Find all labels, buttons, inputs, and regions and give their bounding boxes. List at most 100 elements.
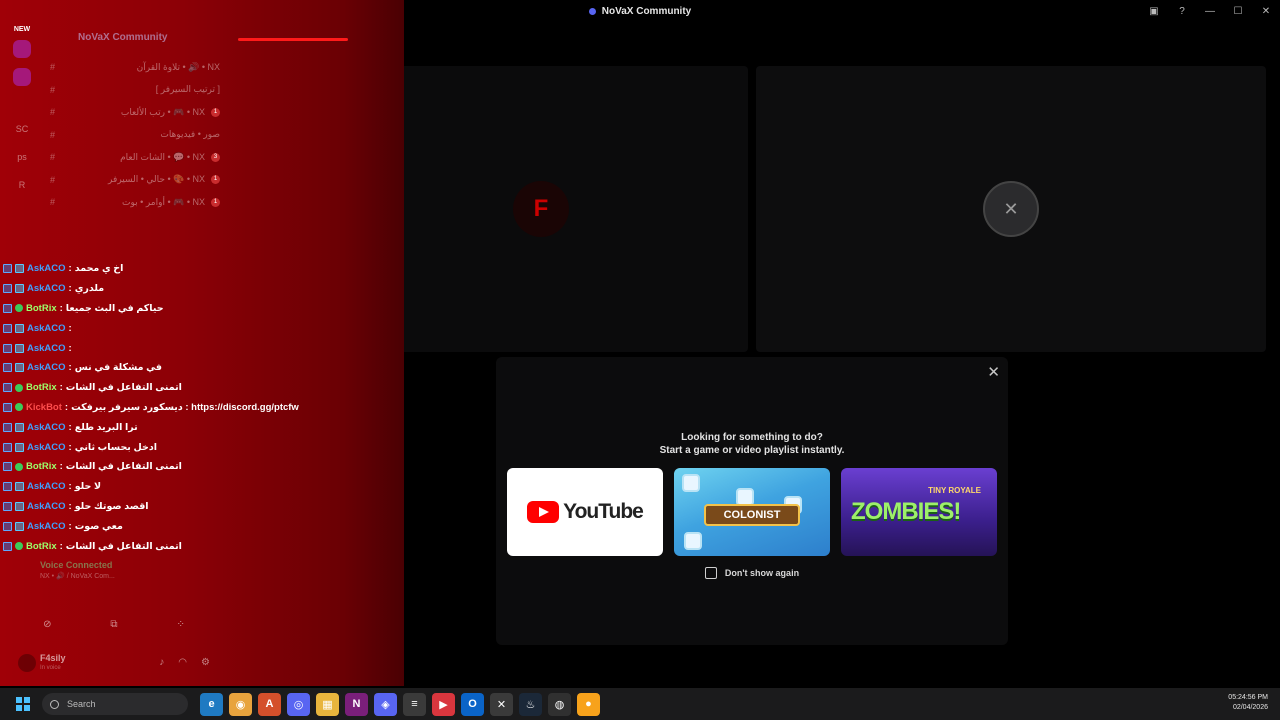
server-icon[interactable] [8,96,36,114]
minimize-button[interactable]: — [1196,6,1224,17]
mic-icon[interactable]: ♪ [159,657,164,668]
server-icon[interactable]: NEW [8,26,36,36]
chat-separator: : [59,461,63,473]
chat-username[interactable]: AskACO [27,283,66,294]
chat-username[interactable]: AskACO [27,501,66,512]
lunar-icon[interactable]: A [258,692,281,716]
chat-username[interactable]: BotRix [26,382,57,393]
channel-item[interactable]: # NX • 🔊 • تلاوة القرآن [50,56,220,79]
chat-username[interactable]: AskACO [27,362,66,373]
dont-show-again[interactable]: Don't show again [496,567,1008,579]
game-icon[interactable]: ◈ [374,692,397,716]
chat-username[interactable]: AskACO [27,442,66,453]
server-rail: NEW SC ps R [8,26,38,208]
server-icon[interactable]: SC [8,124,36,142]
chat-message: AskACO: ادخل بحساب ثاني [0,437,404,457]
server-icon[interactable] [8,40,36,58]
user-panel: F4sily In voice ♪ ◠ ⚙ [14,650,214,678]
chat-username[interactable]: AskACO [27,343,66,354]
channel-name: NX • 🎨 • حالي • السيرفر [108,174,205,185]
unread-badge: 1 [211,197,220,207]
chat-username[interactable]: KickBot [26,402,62,413]
channel-item[interactable]: # NX • 🎨 • حالي • السيرفر 1 [50,169,220,192]
outlook-icon[interactable]: O [461,692,484,716]
close-icon[interactable]: ✕ [987,363,1000,381]
dont-show-checkbox[interactable] [704,567,717,579]
chat-username[interactable]: AskACO [27,422,66,433]
channel-item[interactable]: # NX • 🎮 • رتب الألعاب 1 [50,101,220,124]
help-icon[interactable]: ? [1168,6,1196,17]
next-icon[interactable]: N [345,692,368,716]
platform-icon [3,264,12,274]
chat-message: AskACO: معي صوت [0,516,404,536]
camera-off-icon[interactable]: ⊘ [17,614,77,636]
popup-heading: Looking for something to do? Start a gam… [659,432,845,456]
avatar[interactable] [18,654,36,672]
activities-icon[interactable]: ⁘ [151,614,211,636]
obs-icon[interactable]: ◍ [548,692,571,716]
channel-item[interactable]: # NX • 🎮 • أوامر • بوت 1 [50,191,220,214]
channel-item[interactable]: # NX • 💬 • الشات العام 3 [50,146,220,169]
screen-share-icon[interactable]: ⧉ [84,614,144,636]
platform-icon [3,521,12,531]
close-button[interactable]: ✕ [1252,6,1280,17]
chat-message: AskACO: اقصد صوتك حلو [0,497,404,517]
chat-username[interactable]: BotRix [26,303,57,314]
chat-text: في مشكلة في نس [74,362,163,374]
activity-popup: ✕ Looking for something to do? Start a g… [496,357,1008,645]
chat-username[interactable]: AskACO [27,481,66,492]
badge-icon [15,284,24,294]
headphones-icon[interactable]: ◠ [178,657,187,668]
server-name[interactable]: NoVaX Community [78,32,167,43]
files-icon[interactable]: ▦ [316,692,339,716]
maximize-button[interactable]: ☐ [1224,6,1252,17]
chat-separator: : [68,500,72,512]
activity-cards: YouTube COLONIST TINY ROYALE ZOMBIES! [507,468,997,556]
voice-buttons: ⊘ ⧉ ⁘ [14,614,214,636]
server-pill [13,40,31,58]
chat-username[interactable]: AskACO [27,521,66,532]
chat-text: اتمنى التفاعل في الشات [65,461,182,473]
xbox-icon[interactable]: ✕ [490,692,513,716]
server-icon[interactable] [8,68,36,86]
chat-username[interactable]: BotRix [26,541,57,552]
discord-icon[interactable]: ◎ [287,692,310,716]
channel-name: NX • 🔊 • تلاوة القرآن [136,61,220,72]
screen-share-icon[interactable]: ▣ [1140,6,1168,17]
edge-icon[interactable]: e [200,692,223,716]
system-clock[interactable]: 05:24:56 PM 02/04/2026 [1228,693,1268,713]
steam-icon[interactable]: ♨ [519,692,542,716]
verified-icon [15,383,23,392]
channel-item[interactable]: # صور • فيديوهات [50,124,220,147]
hex-icon [682,474,700,492]
participant-tile[interactable]: ✕ [756,66,1266,352]
chrome-icon[interactable]: ◉ [229,692,252,716]
badge-icon [15,482,24,492]
chat-username[interactable]: AskACO [27,323,66,334]
settings-icon[interactable]: ≡ [403,692,426,716]
platform-icon [3,363,12,373]
media-icon[interactable]: ▶ [432,692,455,716]
badge-icon [15,323,24,333]
youtube-activity-card[interactable]: YouTube [507,468,663,556]
window-title: NoVaX Community [588,6,691,17]
voice-connected-panel: Voice Connected NX • 🔊 / NoVaX Com... [40,560,115,580]
zombies-activity-card[interactable]: TINY ROYALE ZOMBIES! [841,468,997,556]
channel-item[interactable]: # [ ترتيب السيرفر ] [50,79,220,102]
chat-username[interactable]: AskACO [27,263,66,274]
channel-name: [ ترتيب السيرفر ] [155,84,220,95]
chat-separator: : [59,540,63,552]
chat-separator: : [59,302,63,314]
server-icon[interactable]: R [8,180,36,198]
taskbar-search[interactable]: Search [42,693,188,715]
colonist-activity-card[interactable]: COLONIST [674,468,830,556]
notify-icon[interactable]: ● [577,692,600,716]
hash-icon: # [50,174,56,185]
windows-start-icon[interactable] [12,693,34,715]
verified-icon [15,542,23,551]
server-icon[interactable]: ps [8,152,36,170]
channel-name: NX • 🎮 • أوامر • بوت [122,196,205,207]
gear-icon[interactable]: ⚙ [201,657,210,668]
chat-username[interactable]: BotRix [26,461,57,472]
chat-message: AskACO: ترا البريد طلع [0,417,404,437]
